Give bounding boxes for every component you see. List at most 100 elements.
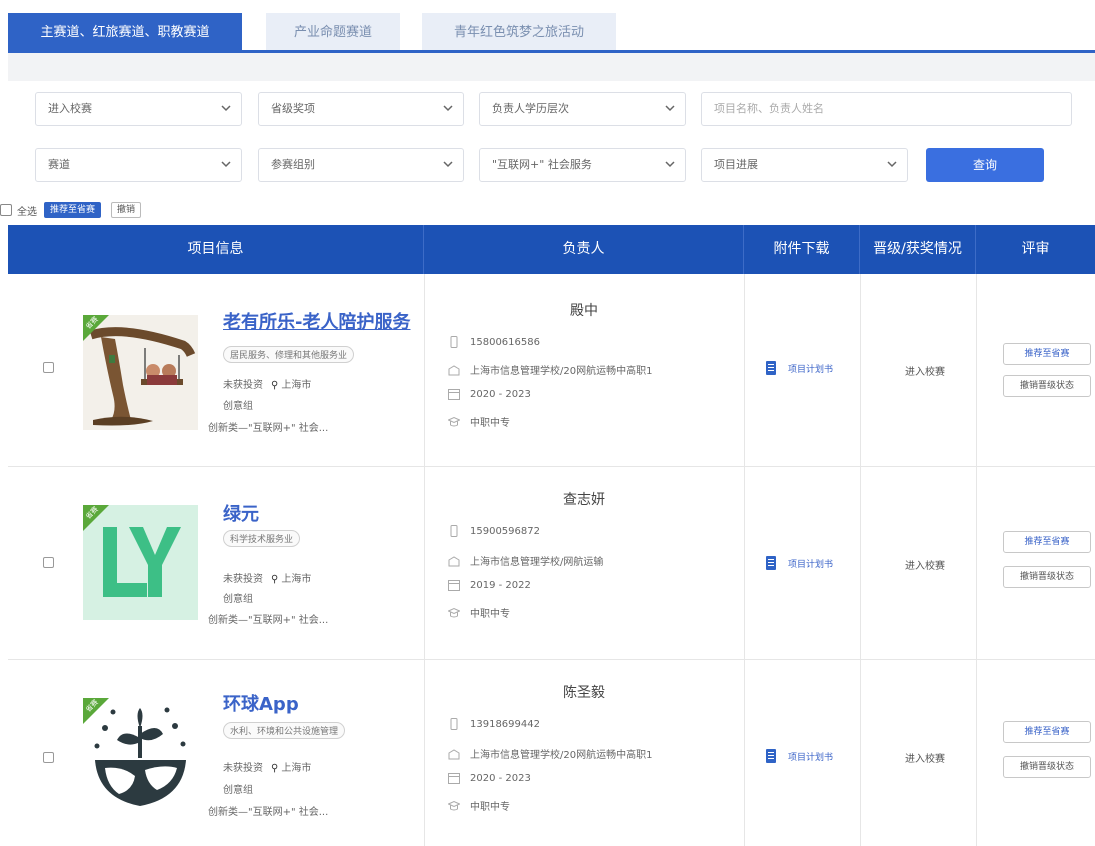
group-text: 创意组: [223, 594, 253, 605]
leader-years: 2020 - 2023: [448, 388, 531, 400]
graduation-icon: [447, 800, 461, 812]
school-icon: [448, 364, 460, 376]
calendar-icon: [448, 772, 460, 784]
category-text: 创新类—"互联网+" 社会...: [208, 615, 329, 626]
location-pin-icon: ⚲: [271, 763, 279, 774]
phone-icon: [448, 336, 460, 348]
leader-level: 中职中专: [447, 798, 510, 813]
attachment-label: 项目计划书: [788, 752, 834, 763]
investment-location: 未获投资 ⚲ 上海市: [223, 759, 311, 774]
city: 上海市: [281, 574, 312, 585]
location-pin-icon: ⚲: [271, 574, 279, 585]
search-input[interactable]: 项目名称、负责人姓名: [701, 92, 1072, 126]
project-name-link[interactable]: 老有所乐-老人陪护服务: [223, 308, 410, 334]
school-value: 上海市信息管理学校/20网航运畅中高职1: [470, 366, 653, 377]
leader-name: 陈圣毅: [563, 685, 605, 701]
leader-school: 上海市信息管理学校/20网航运畅中高职1: [448, 362, 652, 377]
industry-tag: 水利、环境和公共设施管理: [223, 722, 346, 739]
leader-phone: 13918699442: [448, 718, 540, 730]
leader-level: 中职中专: [447, 414, 510, 429]
attachment-download-link[interactable]: 项目计划书: [766, 749, 833, 763]
group-text: 创意组: [223, 785, 253, 796]
tab-red-journey[interactable]: 青年红色筑梦之旅活动: [422, 13, 616, 52]
chevron-down-icon: [665, 93, 677, 125]
table-header: 项目信息 负责人 附件下载 晋级/获奖情况 评审: [8, 225, 1095, 274]
project-name-link[interactable]: 绿元: [223, 500, 259, 526]
phone-icon: [448, 525, 460, 537]
chevron-down-icon: [665, 149, 677, 181]
filter-progress[interactable]: 项目进展: [701, 148, 908, 182]
leader-level: 中职中专: [447, 605, 510, 620]
investment-status: 未获投资: [223, 380, 263, 391]
query-button[interactable]: 查询: [926, 148, 1044, 182]
table-row: 省赛 环球App 水利、环境和公共设施管理 未获投资 ⚲ 上海市 创意组 创新类—"…: [8, 660, 1095, 846]
years-value: 2020 - 2023: [470, 388, 531, 400]
industry-tag: 科学技术服务业: [223, 530, 301, 547]
level-value: 中职中专: [470, 418, 510, 429]
header-award-status: 晋级/获奖情况: [860, 225, 976, 274]
chevron-down-icon: [887, 149, 899, 181]
recommend-provincial-button[interactable]: 推荐至省赛: [1003, 531, 1091, 553]
row-checkbox[interactable]: [43, 752, 54, 763]
attachment-download-link[interactable]: 项目计划书: [766, 556, 833, 570]
graduation-icon: [447, 607, 461, 619]
school-value: 上海市信息管理学校/20网航运畅中高职1: [470, 750, 653, 761]
revoke-status-button[interactable]: 撤销晋级状态: [1003, 375, 1091, 397]
document-icon: [766, 749, 776, 763]
phone-value: 15800616586: [470, 336, 540, 348]
filter-leader-education-label: 负责人学历层次: [492, 102, 569, 115]
award-status: 进入校赛: [905, 561, 945, 572]
filter-provincial-award[interactable]: 省级奖项: [258, 92, 464, 126]
filter-school-competition[interactable]: 进入校赛: [35, 92, 242, 126]
location-pin-icon: ⚲: [271, 380, 279, 391]
tab-industry-track[interactable]: 产业命题赛道: [266, 13, 400, 52]
search-placeholder: 项目名称、负责人姓名: [714, 102, 824, 115]
leader-years: 2019 - 2022: [448, 579, 531, 591]
school-value: 上海市信息管理学校/网航运输: [470, 557, 604, 568]
project-thumbnail: 省赛: [83, 315, 198, 430]
attachment-download-link[interactable]: 项目计划书: [766, 361, 833, 375]
row-checkbox[interactable]: [43, 557, 54, 568]
filter-provincial-award-label: 省级奖项: [271, 102, 315, 115]
select-all-checkbox[interactable]: [0, 204, 12, 216]
industry-tag: 居民服务、修理和其他服务业: [223, 346, 355, 363]
leader-name: 查志妍: [563, 492, 605, 508]
bulk-recommend-button[interactable]: 推荐至省赛: [44, 202, 102, 218]
revoke-status-button[interactable]: 撤销晋级状态: [1003, 566, 1091, 588]
calendar-icon: [448, 579, 460, 591]
attachment-label: 项目计划书: [788, 364, 834, 375]
document-icon: [766, 361, 776, 375]
bulk-toolbar: 全选 推荐至省赛 撤销: [0, 200, 151, 220]
recommend-provincial-button[interactable]: 推荐至省赛: [1003, 721, 1091, 743]
city: 上海市: [281, 380, 312, 391]
header-project-info: 项目信息: [8, 225, 424, 274]
filter-leader-education[interactable]: 负责人学历层次: [479, 92, 686, 126]
filter-track[interactable]: 赛道: [35, 148, 242, 182]
bulk-cancel-button[interactable]: 撤销: [111, 202, 142, 218]
category-text: 创新类—"互联网+" 社会...: [208, 807, 329, 818]
years-value: 2020 - 2023: [470, 772, 531, 784]
revoke-status-button[interactable]: 撤销晋级状态: [1003, 756, 1091, 778]
city: 上海市: [281, 763, 312, 774]
header-leader: 负责人: [424, 225, 744, 274]
recommend-provincial-button[interactable]: 推荐至省赛: [1003, 343, 1091, 365]
filter-school-competition-label: 进入校赛: [48, 102, 92, 115]
phone-value: 13918699442: [470, 718, 540, 730]
chevron-down-icon: [443, 93, 455, 125]
filter-group[interactable]: 参赛组别: [258, 148, 464, 182]
graduation-icon: [447, 416, 461, 428]
award-status: 进入校赛: [905, 367, 945, 378]
filter-group-label: 参赛组别: [271, 158, 315, 171]
leader-school: 上海市信息管理学校/网航运输: [448, 553, 603, 568]
tab-main-track[interactable]: 主赛道、红旅赛道、职教赛道: [8, 13, 242, 52]
school-icon: [448, 555, 460, 567]
level-value: 中职中专: [470, 609, 510, 620]
row-checkbox[interactable]: [43, 362, 54, 373]
filter-category[interactable]: "互联网+" 社会服务: [479, 148, 686, 182]
level-value: 中职中专: [470, 802, 510, 813]
years-value: 2019 - 2022: [470, 579, 531, 591]
filter-track-label: 赛道: [48, 158, 70, 171]
group-text: 创意组: [223, 401, 253, 412]
header-attachment: 附件下载: [744, 225, 860, 274]
project-name-link[interactable]: 环球App: [223, 690, 299, 716]
